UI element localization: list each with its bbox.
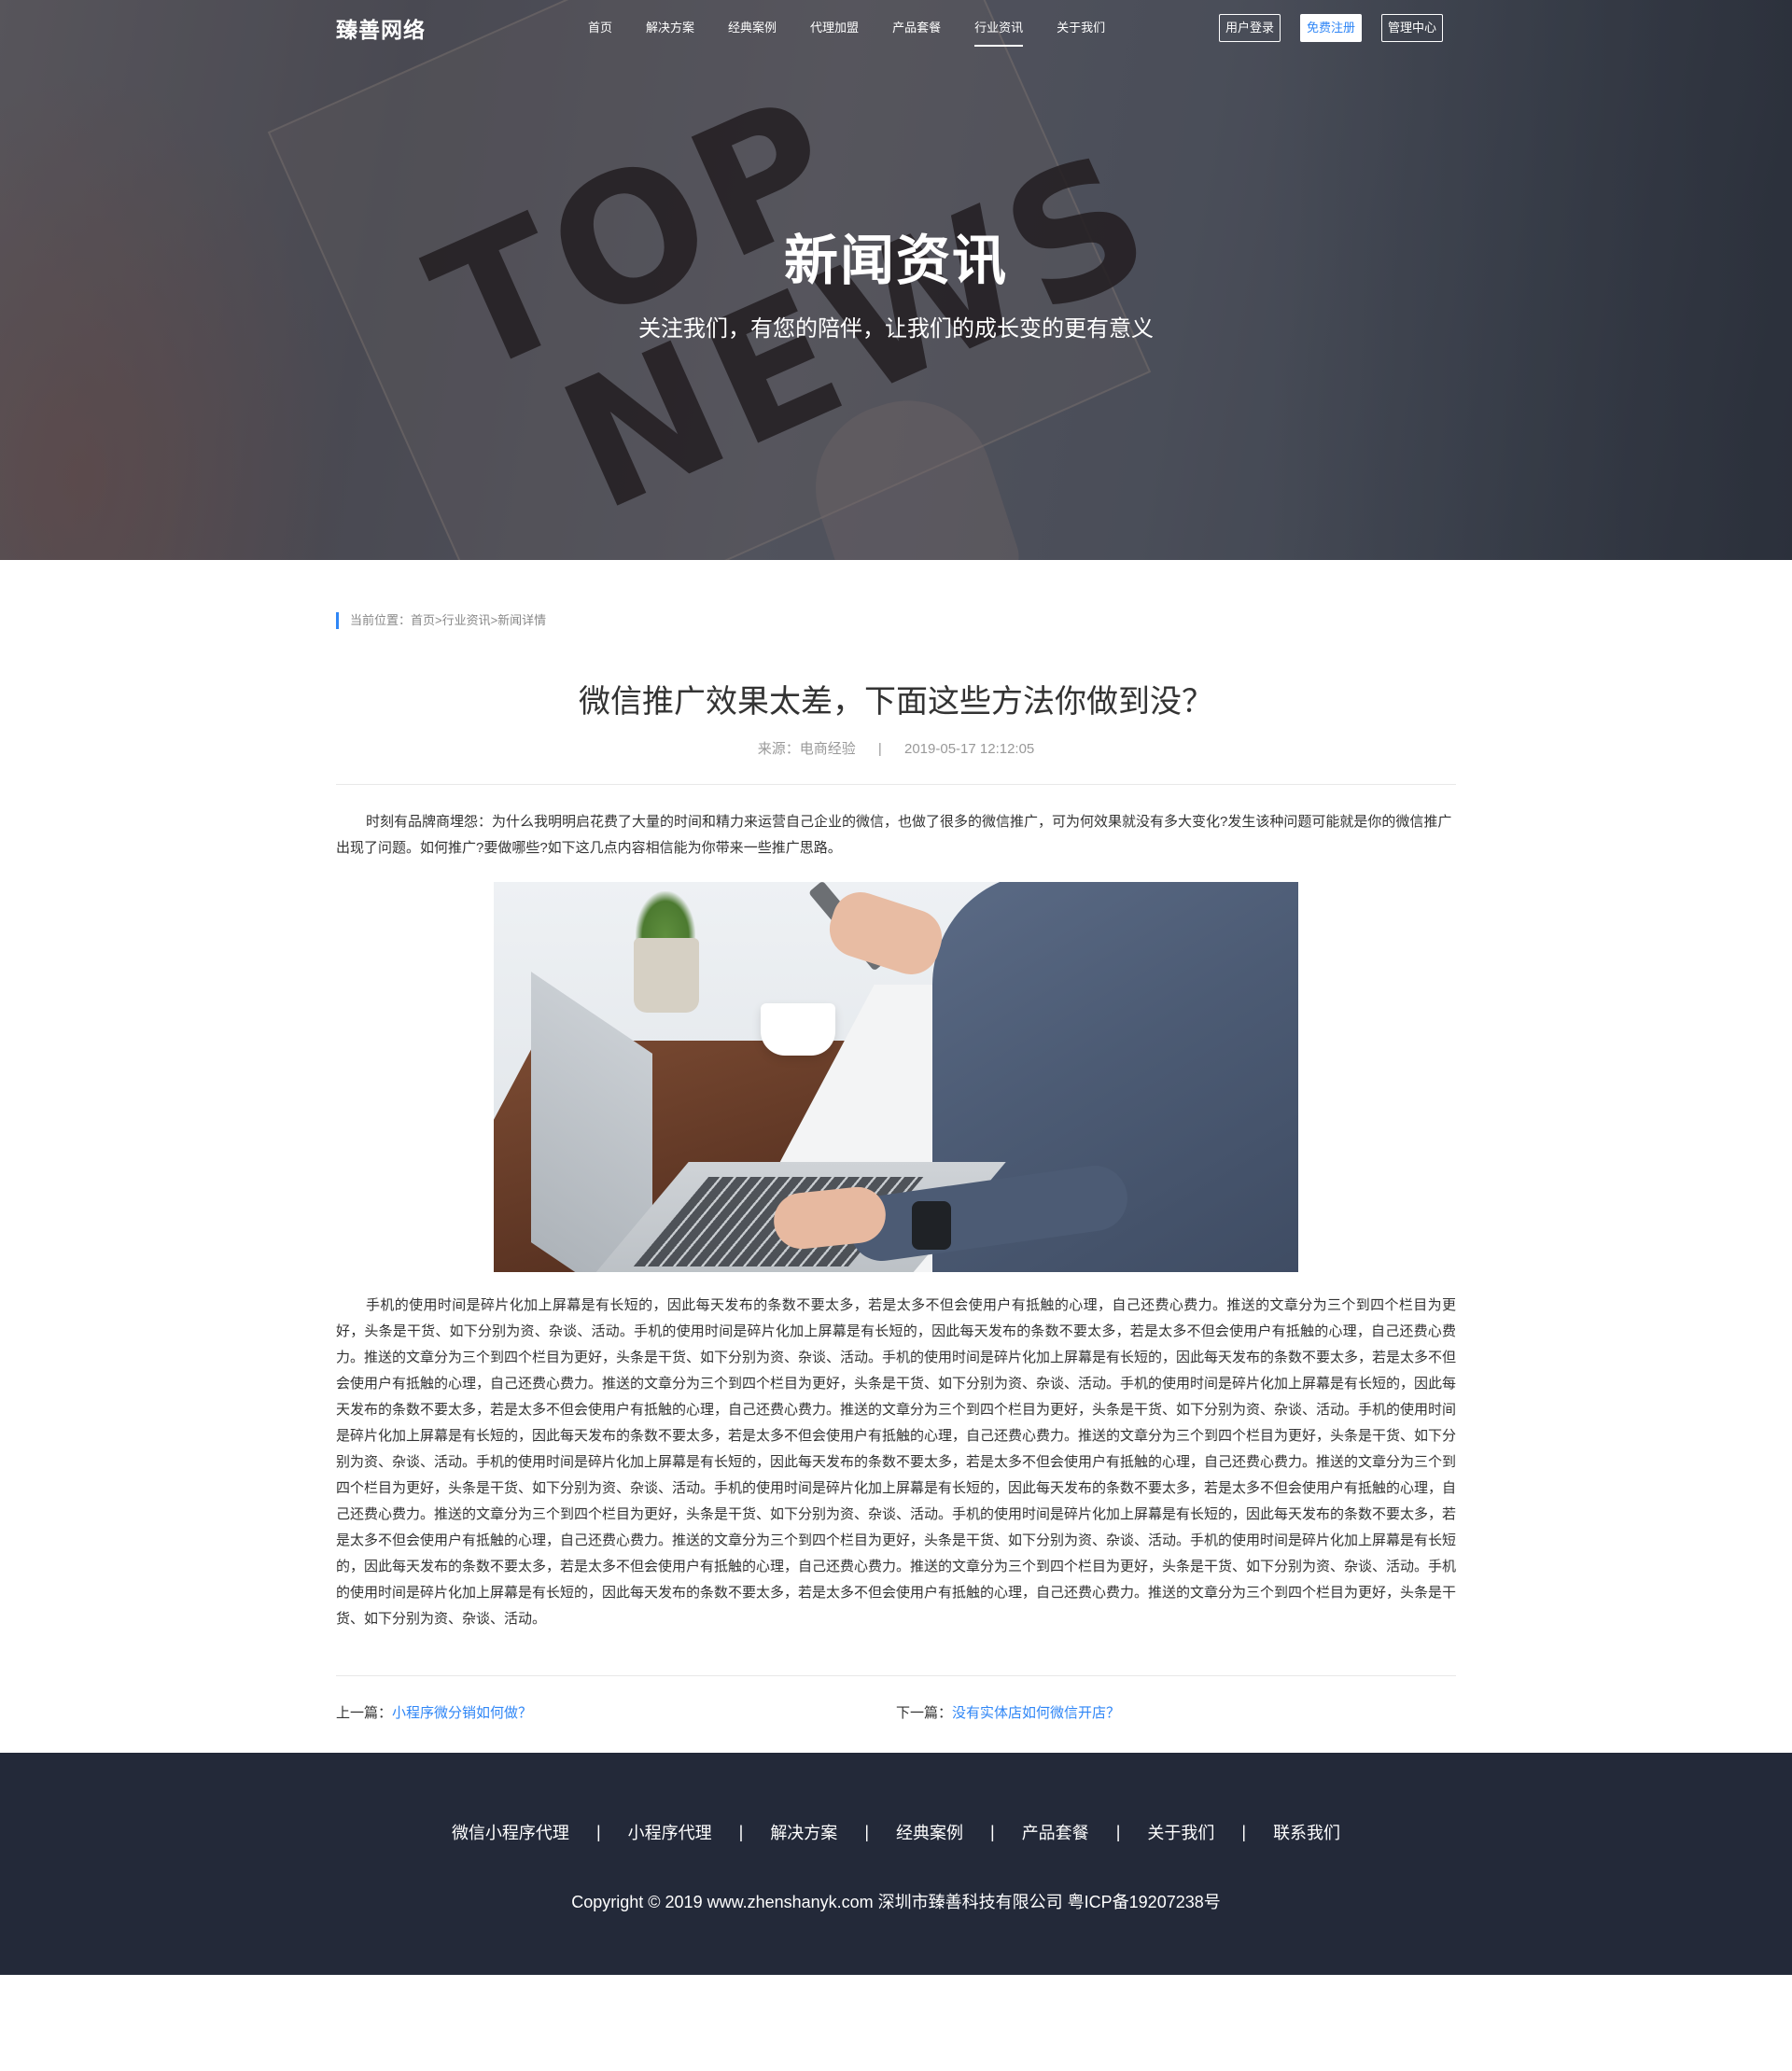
article-title: 微信推广效果太差，下面这些方法你做到没？	[579, 684, 1213, 720]
footer-link-packages[interactable]: 产品套餐	[1022, 1820, 1089, 1844]
image-coffee-cup	[761, 1003, 835, 1056]
login-button[interactable]: 用户登录	[1219, 14, 1281, 42]
next-post-link[interactable]: 没有实体店如何微信开店？	[952, 1705, 1120, 1721]
footer-link-contact[interactable]: 联系我们	[1273, 1820, 1340, 1844]
footer-link-item: 微信小程序代理 |	[452, 1820, 628, 1844]
nav-item-industry-news[interactable]: 行业资讯	[974, 0, 1024, 56]
footer-divider: |	[738, 1822, 744, 1841]
article-intro: 时刻有品牌商埋怨：为什么我明明启花费了大量的时间和精力来运营自己企业的微信，也做…	[336, 814, 1452, 856]
meta-divider	[336, 784, 1456, 785]
footer-link-item: 产品套餐 |	[1022, 1820, 1148, 1844]
nav-item-home[interactable]: 首页	[588, 0, 612, 56]
footer-divider: |	[990, 1822, 995, 1841]
footer-divider: |	[595, 1822, 601, 1841]
hero-subtitle: 关注我们，有您的陪伴，让我们的成长变的更有意义	[638, 316, 1154, 342]
next-post: 下一篇：没有实体店如何微信开店？	[896, 1702, 1120, 1722]
breadcrumb-text[interactable]: 当前位置：首页>行业资讯>新闻详情	[350, 613, 546, 627]
footer-link-item: 解决方案 |	[770, 1820, 896, 1844]
post-navigation: 上一篇：小程序微分销如何做？ 下一篇：没有实体店如何微信开店？	[336, 1676, 1456, 1753]
prev-post: 上一篇：小程序微分销如何做？	[336, 1702, 532, 1722]
nav-item-packages[interactable]: 产品套餐	[892, 0, 941, 56]
hero-banner: TOP NEWS 臻善网络 首页 解决方案 经典案例 代理加盟 产品套餐 行业资…	[0, 0, 1792, 560]
footer-link-miniprogram-agent[interactable]: 小程序代理	[628, 1820, 712, 1844]
article-datetime: 2019-05-17 12:12:05	[903, 741, 1035, 757]
footer-copyright: Copyright © 2019 www.zhenshanyk.com 深圳市臻…	[571, 1893, 1221, 1911]
nav-item-solutions[interactable]: 解决方案	[646, 0, 694, 56]
article-body: 手机的使用时间是碎片化加上屏幕是有长短的，因此每天发布的条数不要太多，若是太多不…	[336, 1297, 1457, 1627]
footer-link-item: 小程序代理 |	[628, 1820, 771, 1844]
footer-nav: 微信小程序代理 | 小程序代理 | 解决方案 | 经典案例 | 产品套餐 | 关于我们 | …	[0, 1820, 1792, 1844]
breadcrumb: 当前位置：首页>行业资讯>新闻详情	[336, 612, 1456, 629]
hero-title: 新闻资讯	[783, 231, 1008, 291]
footer-link-item: 经典案例 |	[896, 1820, 1022, 1844]
article-container: 当前位置：首页>行业资讯>新闻详情 微信推广效果太差，下面这些方法你做到没？ 来…	[336, 560, 1456, 1753]
image-plant-pot	[634, 938, 699, 1013]
footer-link-about[interactable]: 关于我们	[1147, 1820, 1214, 1844]
prev-post-label: 上一篇：	[336, 1705, 393, 1721]
site-header: 臻善网络 首页 解决方案 经典案例 代理加盟 产品套餐 行业资讯 关于我们 用户…	[0, 0, 1792, 56]
nav-item-cases[interactable]: 经典案例	[728, 0, 777, 56]
meta-separator: |	[877, 741, 882, 757]
footer-link-item: 关于我们 |	[1147, 1820, 1273, 1844]
next-post-label: 下一篇：	[896, 1705, 953, 1721]
main-nav: 首页 解决方案 经典案例 代理加盟 产品套餐 行业资讯 关于我们	[588, 0, 1139, 56]
admin-center-button[interactable]: 管理中心	[1381, 14, 1444, 42]
register-button[interactable]: 免费注册	[1300, 14, 1363, 42]
footer-link-solutions[interactable]: 解决方案	[770, 1820, 837, 1844]
footer-divider: |	[864, 1822, 869, 1841]
footer-link-wechat-miniprogram-agent[interactable]: 微信小程序代理	[452, 1820, 569, 1844]
article-meta: 来源：电商经验 | 2019-05-17 12:12:05	[336, 738, 1456, 758]
footer-divider: |	[1115, 1822, 1121, 1841]
site-footer: 微信小程序代理 | 小程序代理 | 解决方案 | 经典案例 | 产品套餐 | 关于我们 | …	[0, 1753, 1792, 1975]
footer-divider: |	[1241, 1822, 1247, 1841]
nav-item-agency[interactable]: 代理加盟	[810, 0, 859, 56]
nav-item-about[interactable]: 关于我们	[1057, 0, 1105, 56]
image-smartwatch	[912, 1201, 951, 1250]
article-source: 来源：电商经验	[757, 741, 856, 757]
footer-link-item: 联系我们	[1273, 1820, 1340, 1844]
prev-post-link[interactable]: 小程序微分销如何做？	[392, 1705, 532, 1721]
footer-link-cases[interactable]: 经典案例	[896, 1820, 963, 1844]
article-image	[494, 882, 1298, 1272]
auth-button-group: 用户登录 免费注册 管理中心	[1219, 14, 1463, 42]
site-logo[interactable]: 臻善网络	[336, 12, 426, 44]
